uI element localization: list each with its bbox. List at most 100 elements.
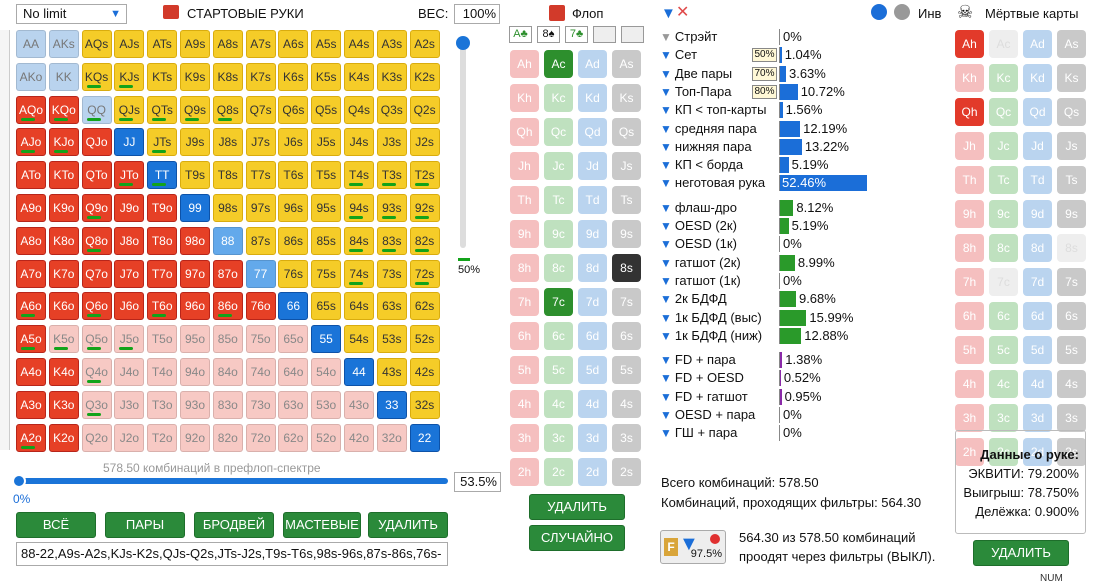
- card-9c[interactable]: 9c: [544, 220, 573, 248]
- card-8d[interactable]: 8d: [578, 254, 607, 282]
- hand-cell-52o[interactable]: 52o: [311, 423, 342, 452]
- hand-cell-KTo[interactable]: KTo: [48, 161, 79, 190]
- card-Qd[interactable]: Qd: [1023, 98, 1052, 126]
- card-3d[interactable]: 3d: [578, 424, 607, 452]
- card-4c[interactable]: 4c: [989, 370, 1018, 398]
- filter-icon[interactable]: ▼: [660, 122, 672, 136]
- card-Qh[interactable]: Qh: [510, 118, 539, 146]
- card-9d[interactable]: 9d: [1023, 200, 1052, 228]
- hand-cell-74o[interactable]: 74o: [245, 358, 276, 386]
- stat-row[interactable]: ▼ Стрэйт: [660, 28, 717, 46]
- card-5d[interactable]: 5d: [1023, 336, 1052, 364]
- hand-cell-TT[interactable]: TT: [147, 161, 178, 190]
- hand-cell-75s[interactable]: 75s: [311, 259, 342, 288]
- hand-cell-75o[interactable]: 75o: [245, 325, 276, 354]
- hand-cell-76o[interactable]: 76o: [245, 292, 276, 321]
- hand-cell-Q3o[interactable]: Q3o: [81, 390, 112, 419]
- hand-cell-53s[interactable]: 53s: [376, 325, 407, 354]
- card-4s[interactable]: 4s: [612, 390, 641, 418]
- card-Ah[interactable]: Ah: [955, 30, 984, 58]
- card-7h[interactable]: 7h: [510, 288, 539, 316]
- hand-cell-62o[interactable]: 62o: [278, 423, 309, 452]
- card-7d[interactable]: 7d: [578, 288, 607, 316]
- card-4c[interactable]: 4c: [544, 390, 573, 418]
- card-2h[interactable]: 2h: [510, 458, 539, 486]
- stat-row[interactable]: ▼ Сет: [660, 46, 697, 64]
- filter-icon[interactable]: ▼: [660, 426, 672, 440]
- stat-row[interactable]: ▼ гатшот (1к): [660, 272, 741, 290]
- card-3d[interactable]: 3d: [1023, 404, 1052, 432]
- hand-cell-97o[interactable]: 97o: [180, 259, 210, 288]
- hand-cell-K6s[interactable]: K6s: [278, 62, 309, 91]
- card-Jh[interactable]: Jh: [510, 152, 539, 180]
- card-Kh[interactable]: Kh: [510, 84, 539, 112]
- hand-cell-J7s[interactable]: J7s: [245, 128, 276, 157]
- filter-icon[interactable]: ▼: [660, 390, 672, 404]
- hand-cell-T4o[interactable]: T4o: [147, 358, 178, 386]
- hand-cell-82s[interactable]: 82s: [409, 226, 440, 255]
- hand-cell-53o[interactable]: 53o: [311, 390, 342, 419]
- hand-cell-JTs[interactable]: JTs: [147, 128, 178, 157]
- hand-cell-KTs[interactable]: KTs: [147, 62, 178, 91]
- hand-cell-Q8s[interactable]: Q8s: [212, 95, 243, 124]
- card-8h[interactable]: 8h: [955, 234, 984, 262]
- card-5s[interactable]: 5s: [612, 356, 641, 384]
- hand-cell-A5o[interactable]: A5o: [16, 325, 46, 354]
- hand-cell-98s[interactable]: 98s: [212, 194, 243, 222]
- board-card-slot[interactable]: 7♣: [565, 26, 588, 43]
- stat-row[interactable]: ▼ ГШ + пара: [660, 424, 737, 442]
- all-button[interactable]: ВСЁ: [16, 512, 96, 538]
- card-5d[interactable]: 5d: [578, 356, 607, 384]
- hand-cell-86s[interactable]: 86s: [278, 226, 309, 255]
- card-As[interactable]: As: [612, 50, 641, 78]
- hand-cell-85s[interactable]: 85s: [311, 226, 342, 255]
- card-Tc[interactable]: Tc: [544, 186, 573, 214]
- card-5c[interactable]: 5c: [544, 356, 573, 384]
- hand-cell-J4s[interactable]: J4s: [344, 128, 374, 157]
- hand-cell-44[interactable]: 44: [344, 358, 374, 386]
- hand-cell-65s[interactable]: 65s: [311, 292, 342, 321]
- card-Ks[interactable]: Ks: [1057, 64, 1086, 92]
- card-6s[interactable]: 6s: [1057, 302, 1086, 330]
- hand-cell-KQo[interactable]: KQo: [48, 95, 79, 124]
- hand-cell-AKo[interactable]: AKo: [16, 62, 46, 91]
- filter-icon[interactable]: ▼: [660, 353, 672, 367]
- hand-cell-T3s[interactable]: T3s: [376, 161, 407, 190]
- card-6c[interactable]: 6c: [544, 322, 573, 350]
- card-2s[interactable]: 2s: [612, 458, 641, 486]
- hand-cell-A3s[interactable]: A3s: [376, 30, 407, 58]
- hand-cell-K9o[interactable]: K9o: [48, 194, 79, 222]
- gear-icon[interactable]: [894, 4, 910, 20]
- board-card-slot[interactable]: 8♠: [537, 26, 560, 43]
- hand-cell-Q4s[interactable]: Q4s: [344, 95, 374, 124]
- weight-slider-handle[interactable]: [456, 36, 470, 50]
- stat-row[interactable]: ▼ неготовая рука: [660, 174, 765, 192]
- card-Qs[interactable]: Qs: [1057, 98, 1086, 126]
- hand-cell-J6s[interactable]: J6s: [278, 128, 309, 157]
- hand-cell-Q2o[interactable]: Q2o: [81, 423, 112, 452]
- card-6c[interactable]: 6c: [989, 302, 1018, 330]
- hand-cell-43s[interactable]: 43s: [376, 358, 407, 386]
- stat-badge[interactable]: 80%: [752, 84, 777, 99]
- card-Jc[interactable]: Jc: [989, 132, 1018, 160]
- card-Qc[interactable]: Qc: [544, 118, 573, 146]
- hand-cell-A8s[interactable]: A8s: [212, 30, 243, 58]
- hand-cell-64o[interactable]: 64o: [278, 358, 309, 386]
- filter-icon[interactable]: ▼: [660, 329, 672, 343]
- filter-icon[interactable]: ▼: [660, 408, 672, 422]
- hand-cell-T5s[interactable]: T5s: [311, 161, 342, 190]
- hand-cell-JJ[interactable]: JJ: [114, 128, 145, 157]
- hand-cell-64s[interactable]: 64s: [344, 292, 374, 321]
- hand-cell-K7s[interactable]: K7s: [245, 62, 276, 91]
- hand-cell-84o[interactable]: 84o: [212, 358, 243, 386]
- hand-cell-K9s[interactable]: K9s: [180, 62, 210, 91]
- hand-cell-65o[interactable]: 65o: [278, 325, 309, 354]
- hand-cell-K7o[interactable]: K7o: [48, 259, 79, 288]
- hand-cell-A4s[interactable]: A4s: [344, 30, 374, 58]
- stat-row[interactable]: ▼ 2к БДФД: [660, 290, 727, 308]
- hand-cell-J3o[interactable]: J3o: [114, 390, 145, 419]
- hand-cell-J8s[interactable]: J8s: [212, 128, 243, 157]
- card-3h[interactable]: 3h: [510, 424, 539, 452]
- hand-cell-72s[interactable]: 72s: [409, 259, 440, 288]
- hand-cell-Q3s[interactable]: Q3s: [376, 95, 407, 124]
